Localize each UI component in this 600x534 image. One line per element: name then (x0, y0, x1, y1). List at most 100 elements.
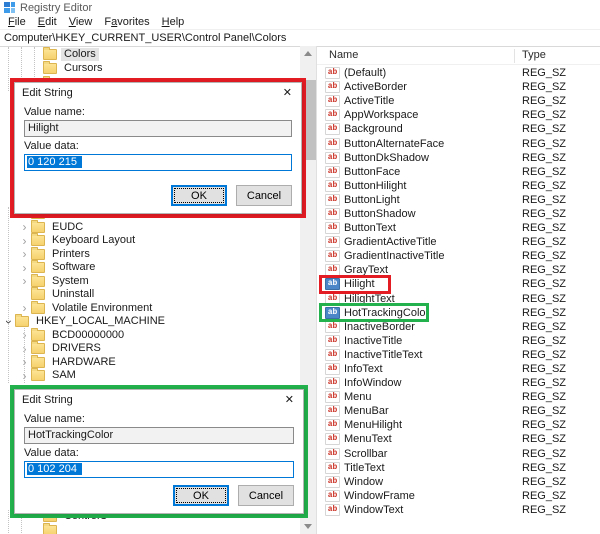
value-type: REG_SZ (522, 278, 567, 291)
close-icon[interactable]: ✕ (281, 86, 294, 99)
list-row-windowframe[interactable]: ab WindowFrame REG_SZ (317, 489, 600, 503)
list-row-gradientinactivetitle[interactable]: ab GradientInactiveTitle REG_SZ (317, 249, 600, 263)
list-row-buttondkshadow[interactable]: ab ButtonDkShadow REG_SZ (317, 151, 600, 165)
close-icon[interactable]: ✕ (283, 393, 296, 406)
list-row-activeborder[interactable]: ab ActiveBorder REG_SZ (317, 80, 600, 94)
tree-item-cursors[interactable]: Cursors (0, 61, 300, 77)
tree-item-printers[interactable]: › Printers (0, 246, 300, 262)
value-name: ButtonFace (344, 165, 401, 178)
list-row-inactivetitletext[interactable]: ab InactiveTitleText REG_SZ (317, 348, 600, 362)
folder-icon (31, 368, 45, 382)
tree-item-sam[interactable]: › SAM (0, 368, 300, 383)
tree-item-system[interactable]: › System (0, 273, 300, 289)
values-list: ab (Default) REG_SZ ab ActiveBorder REG_SZ ab A… (317, 66, 600, 517)
tree-item-software[interactable]: › Software (0, 260, 300, 275)
value-name: ButtonDkShadow (344, 151, 429, 164)
tree-item-volatile-environment[interactable]: › Volatile Environment (0, 300, 300, 316)
string-value-icon: ab (325, 363, 340, 376)
tree-item-uninstall[interactable]: Uninstall (0, 287, 300, 302)
string-value-icon: ab (325, 419, 340, 432)
list-row-menutext[interactable]: ab MenuText REG_SZ (317, 432, 600, 446)
value-name: MenuText (344, 433, 392, 446)
menu-help[interactable]: Help (156, 16, 191, 28)
scroll-up-icon[interactable] (300, 46, 316, 61)
value-name: InactiveTitleText (344, 348, 423, 361)
list-row-buttonhilight[interactable]: ab ButtonHilight REG_SZ (317, 179, 600, 193)
cancel-button[interactable]: Cancel (238, 485, 294, 506)
menu-file[interactable]: File (2, 16, 32, 28)
value-data-input[interactable]: 0 102 204 (24, 461, 294, 478)
tree-item-hardware[interactable]: › HARDWARE (0, 354, 300, 370)
chevron-right-icon[interactable]: › (18, 248, 31, 260)
chevron-right-icon[interactable]: › (18, 221, 31, 233)
tree-item-hkey-local-machine[interactable]: › HKEY_LOCAL_MACHINE (0, 314, 300, 329)
tree-item-keyboard-layout[interactable]: › Keyboard Layout (0, 233, 300, 248)
list-row-infotext[interactable]: ab InfoText REG_SZ (317, 362, 600, 376)
tree-guide (8, 47, 9, 91)
dialog-title: Edit String (22, 86, 73, 99)
value-name: MenuBar (344, 405, 389, 418)
tree-item-label: Uninstall (52, 288, 95, 301)
tree-group-middle: Environment›EUDC›Keyboard Layout›Printer… (0, 206, 300, 383)
list-row-menu[interactable]: ab Menu REG_SZ (317, 390, 600, 404)
value-type: REG_SZ (522, 419, 567, 432)
list-row-menubar[interactable]: ab MenuBar REG_SZ (317, 404, 600, 418)
string-value-icon: ab (325, 348, 340, 361)
list-row-activetitle[interactable]: ab ActiveTitle REG_SZ (317, 94, 600, 108)
edit-string-dialog-hilight: Edit String ✕ Value name: Hilight Value … (14, 82, 302, 214)
list-row-buttonshadow[interactable]: ab ButtonShadow REG_SZ (317, 207, 600, 221)
list-row-buttonalternateface[interactable]: ab ButtonAlternateFace REG_SZ (317, 136, 600, 150)
folder-icon (31, 300, 45, 314)
cancel-button[interactable]: Cancel (236, 185, 292, 206)
tree-item-eudc[interactable]: › EUDC (0, 219, 300, 235)
ok-button[interactable]: OK (173, 485, 229, 506)
tree-guide (8, 510, 9, 534)
ok-button[interactable]: OK (171, 185, 227, 206)
list-row-titletext[interactable]: ab TitleText REG_SZ (317, 461, 600, 475)
value-name-input[interactable]: Hilight (24, 120, 292, 137)
chevron-right-icon[interactable]: › (18, 302, 31, 314)
value-type: REG_SZ (522, 109, 567, 122)
column-header-name[interactable]: Name (329, 49, 358, 61)
list-row-infowindow[interactable]: ab InfoWindow REG_SZ (317, 376, 600, 390)
tree-item-colors[interactable]: Colors (0, 46, 300, 62)
folder-icon (31, 246, 45, 260)
chevron-right-icon[interactable]: › (18, 262, 31, 274)
list-row-window[interactable]: ab Window REG_SZ (317, 475, 600, 489)
value-name-input[interactable]: HotTrackingColor (24, 427, 294, 444)
scroll-down-icon[interactable] (300, 519, 316, 534)
menu-view[interactable]: View (63, 16, 99, 28)
list-row-default[interactable]: ab (Default) REG_SZ (317, 66, 600, 80)
list-row-background[interactable]: ab Background REG_SZ (317, 122, 600, 136)
tree-item-drivers[interactable]: › DRIVERS (0, 341, 300, 356)
list-row-buttonface[interactable]: ab ButtonFace REG_SZ (317, 165, 600, 179)
chevron-right-icon[interactable]: › (18, 275, 31, 287)
value-type: REG_SZ (522, 447, 567, 460)
chevron-right-icon[interactable]: › (18, 235, 31, 247)
window-title: Registry Editor (20, 1, 93, 14)
column-separator[interactable] (514, 49, 515, 63)
menu-favorites[interactable]: Favorites (98, 16, 155, 28)
list-row-windowtext[interactable]: ab WindowText REG_SZ (317, 503, 600, 517)
tree-item-label: HARDWARE (52, 355, 116, 368)
list-row-appworkspace[interactable]: ab AppWorkspace REG_SZ (317, 108, 600, 122)
tree-item-partial[interactable] (0, 522, 300, 534)
list-row-inactivetitle[interactable]: ab InactiveTitle REG_SZ (317, 334, 600, 348)
value-name: ButtonHilight (344, 179, 407, 192)
value-type: REG_SZ (522, 179, 567, 192)
list-row-buttonlight[interactable]: ab ButtonLight REG_SZ (317, 193, 600, 207)
list-row-menuhilight[interactable]: ab MenuHilight REG_SZ (317, 418, 600, 432)
value-name: Window (344, 475, 384, 488)
value-data-input[interactable]: 0 120 215 (24, 154, 292, 171)
list-row-scrollbar[interactable]: ab Scrollbar REG_SZ (317, 447, 600, 461)
address-bar[interactable]: Computer\HKEY_CURRENT_USER\Control Panel… (0, 29, 600, 47)
tree-item-bcd00000000[interactable]: › BCD00000000 (0, 327, 300, 343)
column-header-type[interactable]: Type (522, 49, 546, 61)
menu-edit[interactable]: Edit (32, 16, 63, 28)
string-value-icon: ab (325, 95, 340, 108)
value-name: TitleText (344, 461, 385, 474)
list-row-buttontext[interactable]: ab ButtonText REG_SZ (317, 221, 600, 235)
string-value-icon: ab (325, 405, 340, 418)
list-row-gradientactivetitle[interactable]: ab GradientActiveTitle REG_SZ (317, 235, 600, 249)
title-bar: Registry Editor (0, 0, 600, 15)
